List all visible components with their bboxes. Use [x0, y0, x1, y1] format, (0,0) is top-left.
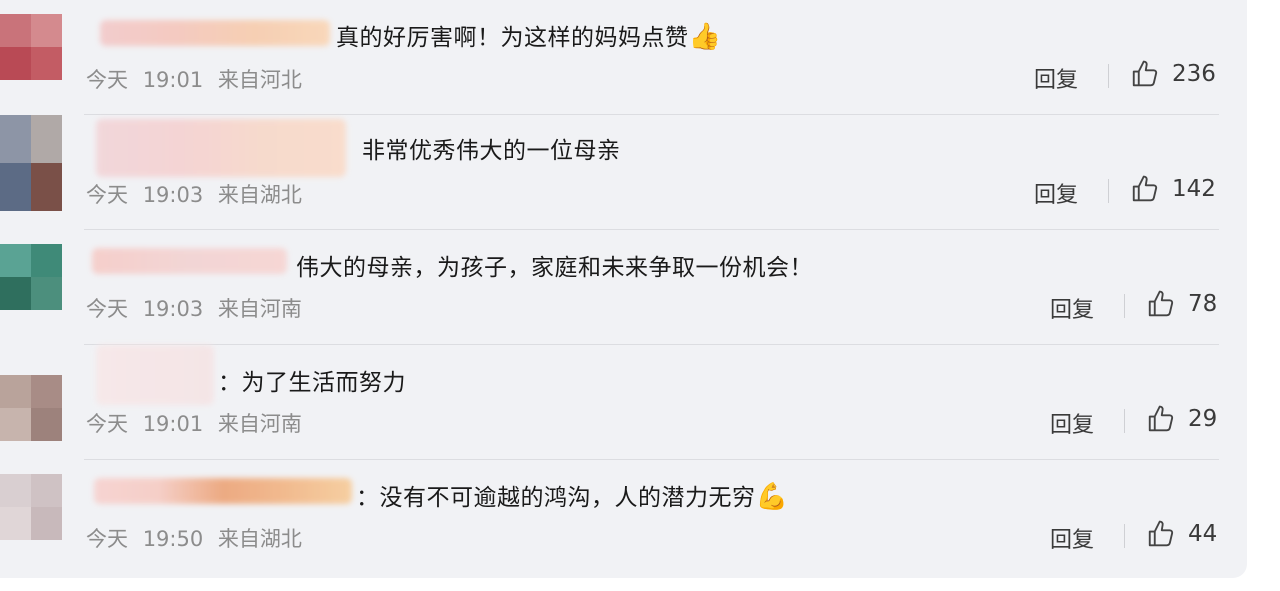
like-count: 142: [1172, 176, 1216, 202]
comment-day: 今天: [86, 297, 128, 321]
comment-meta: 今天 19:01 来自河北: [86, 64, 302, 94]
avatar-pixel: [0, 244, 31, 277]
avatar-pixel: [31, 375, 62, 408]
username-redacted[interactable]: [94, 478, 352, 504]
comment-text: ：为了生活而努力: [218, 370, 406, 396]
comment-time: 19:50: [142, 527, 204, 551]
comment-meta: 今天 19:03 来自河南: [86, 293, 302, 323]
like-button[interactable]: 29: [1146, 404, 1217, 434]
username-redacted[interactable]: [92, 248, 287, 274]
avatar[interactable]: [0, 14, 62, 80]
comment-day: 今天: [86, 527, 128, 551]
username-redacted[interactable]: [100, 20, 330, 46]
comment-location: 来自湖北: [217, 527, 302, 551]
reply-button[interactable]: 回复: [1050, 522, 1094, 554]
comment-text: 伟大的母亲，为孩子，家庭和未来争取一份机会！: [296, 255, 813, 281]
comment-day: 今天: [86, 68, 128, 92]
avatar-pixel: [0, 507, 31, 540]
like-count: 78: [1188, 291, 1218, 317]
avatar[interactable]: [0, 474, 62, 540]
comment-location: 来自河南: [217, 297, 302, 321]
comment-time: 19:01: [142, 68, 204, 92]
like-button[interactable]: 142: [1130, 174, 1216, 204]
comment-item: 非常优秀伟大的一位母亲 今天 19:03 来自湖北 回复 142: [0, 115, 1247, 230]
avatar-pixel: [31, 14, 62, 47]
avatar-pixel: [0, 277, 31, 310]
avatar-pixel: [0, 375, 31, 408]
comment-text: ：没有不可逾越的鸿沟，人的潜力无穷💪: [356, 482, 789, 512]
comment-item: 伟大的母亲，为孩子，家庭和未来争取一份机会！ 今天 19:03 来自河南 回复 …: [0, 230, 1247, 345]
avatar-pixel: [0, 408, 31, 441]
like-count: 44: [1188, 521, 1218, 547]
action-divider: [1108, 64, 1109, 88]
comment-text: 非常优秀伟大的一位母亲: [362, 138, 621, 164]
thumbs-up-icon: [1148, 405, 1174, 432]
comment-day: 今天: [86, 183, 128, 207]
comment-list: 真的好厉害啊！为这样的妈妈点赞👍 今天 19:01 来自河北 回复 236 非常…: [0, 0, 1247, 578]
avatar-pixel: [31, 244, 62, 277]
avatar[interactable]: [0, 115, 62, 211]
comment-location: 来自湖北: [217, 183, 302, 207]
avatar[interactable]: [0, 244, 62, 310]
reply-button[interactable]: 回复: [1034, 62, 1078, 94]
comment-location: 来自河南: [217, 412, 302, 436]
action-divider: [1124, 524, 1125, 548]
like-count: 236: [1172, 61, 1216, 87]
thumbs-up-icon: [1132, 175, 1158, 202]
like-button[interactable]: 78: [1146, 289, 1217, 319]
comment-text: 真的好厉害啊！为这样的妈妈点赞👍: [336, 22, 722, 52]
comment-item: 真的好厉害啊！为这样的妈妈点赞👍 今天 19:01 来自河北 回复 236: [0, 0, 1247, 115]
avatar-pixel: [0, 14, 31, 47]
comment-meta: 今天 19:03 来自湖北: [86, 179, 302, 209]
avatar-pixel: [31, 474, 62, 507]
comment-item: ：为了生活而努力 今天 19:01 来自河南 回复 29: [0, 345, 1247, 460]
action-divider: [1108, 179, 1109, 203]
avatar-pixel: [31, 277, 62, 310]
comment-day: 今天: [86, 412, 128, 436]
like-button[interactable]: 236: [1130, 59, 1216, 89]
reply-button[interactable]: 回复: [1050, 407, 1094, 439]
like-button[interactable]: 44: [1146, 519, 1217, 549]
avatar[interactable]: [0, 375, 62, 441]
like-count: 29: [1188, 406, 1218, 432]
comment-time: 19:03: [142, 183, 204, 207]
thumbs-up-icon: [1148, 520, 1174, 547]
comment-location: 来自河北: [217, 68, 302, 92]
avatar-pixel: [0, 474, 31, 507]
username-redacted[interactable]: [96, 345, 214, 405]
thumbs-up-icon: [1148, 290, 1174, 317]
action-divider: [1124, 294, 1125, 318]
flexed-biceps-emoji-icon: 💪: [755, 482, 789, 512]
username-redacted[interactable]: [96, 119, 346, 177]
comment-meta: 今天 19:50 来自湖北: [86, 523, 302, 553]
reply-button[interactable]: 回复: [1050, 292, 1094, 324]
thumbs-up-icon: [1132, 60, 1158, 87]
avatar-pixel: [31, 507, 62, 540]
avatar-pixel: [31, 47, 62, 80]
action-divider: [1124, 409, 1125, 433]
comment-time: 19:01: [142, 412, 204, 436]
avatar-pixel: [31, 115, 62, 163]
comment-item: ：没有不可逾越的鸿沟，人的潜力无穷💪 今天 19:50 来自湖北 回复 44: [0, 460, 1247, 575]
thumbs-up-emoji-icon: 👍: [688, 22, 722, 52]
comment-time: 19:03: [142, 297, 204, 321]
avatar-pixel: [31, 408, 62, 441]
avatar-pixel: [31, 163, 62, 211]
avatar-pixel: [0, 115, 31, 163]
avatar-pixel: [0, 163, 31, 211]
avatar-pixel: [0, 47, 31, 80]
comment-meta: 今天 19:01 来自河南: [86, 408, 302, 438]
reply-button[interactable]: 回复: [1034, 177, 1078, 209]
